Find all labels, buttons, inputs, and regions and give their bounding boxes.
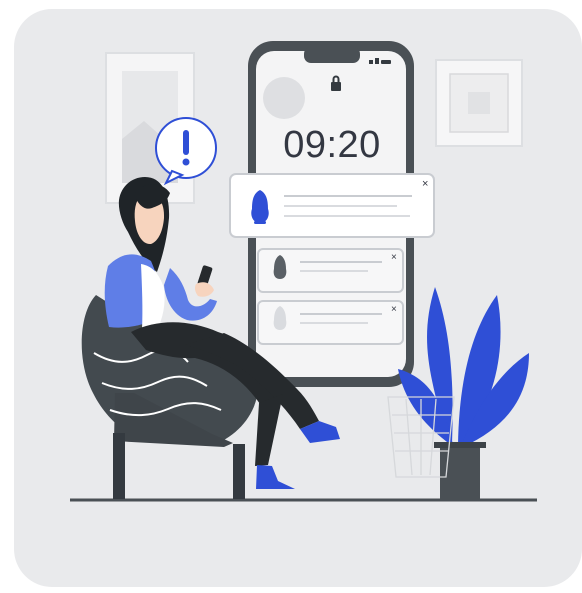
lock-icon [331,82,341,91]
close-icon: × [422,178,428,190]
exclamation-icon [183,130,189,155]
plant [398,287,529,500]
profile-circle-icon [263,77,305,119]
close-icon: × [391,304,397,315]
wall-frame-right [435,59,523,147]
notification-card-3: × [257,300,404,345]
illustration-card: 09:20 × × × [14,9,582,587]
notification-card-2: × [257,248,404,293]
lock-screen-time: 09:20 [283,124,381,166]
notification-illustration: 09:20 × × × [70,41,537,502]
close-icon: × [391,252,397,263]
notification-card-1: × [229,173,435,238]
